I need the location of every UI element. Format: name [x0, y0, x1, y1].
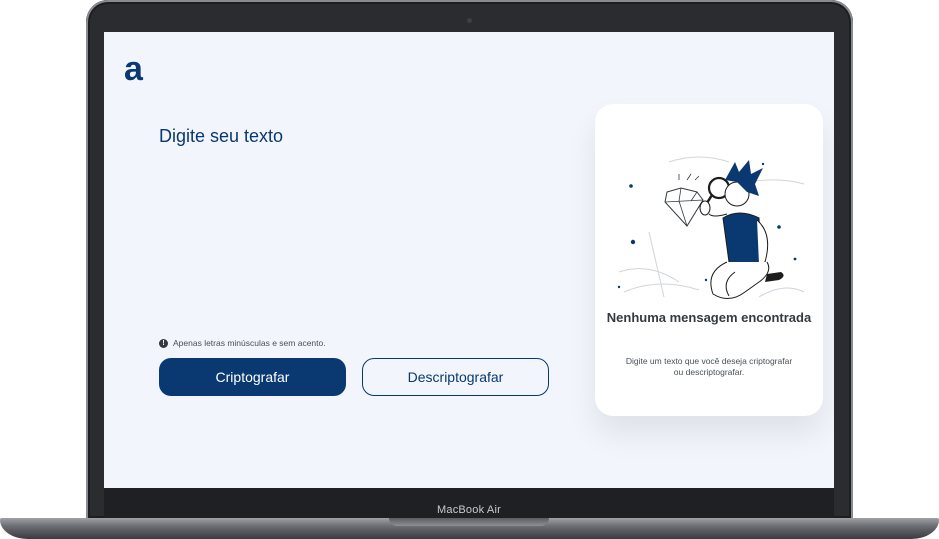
- output-card: Nenhuma mensagem encontrada Digite um te…: [595, 104, 823, 416]
- text-input[interactable]: Digite seu texto: [159, 126, 283, 147]
- laptop-notch: [389, 518, 549, 526]
- laptop-chin: MacBook Air: [104, 488, 834, 518]
- hint-row: ! Apenas letras minúsculas e sem acento.: [159, 338, 326, 348]
- person-with-magnifier-illustration: [617, 156, 805, 299]
- empty-state-title: Nenhuma mensagem encontrada: [606, 310, 812, 325]
- device-label: MacBook Air: [437, 504, 501, 516]
- app-screen: a Digite seu texto ! Apenas letras minús…: [104, 32, 834, 488]
- hint-text: Apenas letras minúsculas e sem acento.: [173, 338, 326, 348]
- logo: a: [124, 50, 143, 88]
- camera-dot: [467, 18, 472, 23]
- encrypt-button[interactable]: Criptografar: [159, 358, 346, 396]
- empty-state-description: Digite um texto que você deseja criptogr…: [625, 356, 793, 377]
- decrypt-button[interactable]: Descriptografar: [362, 358, 549, 396]
- info-icon: !: [159, 338, 168, 348]
